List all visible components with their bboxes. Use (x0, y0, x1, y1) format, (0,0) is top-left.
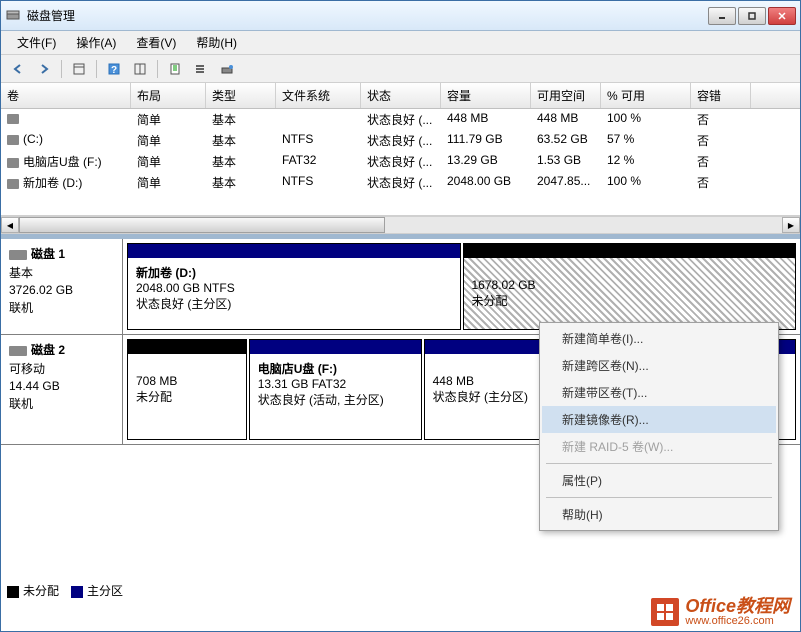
watermark: Office教程网 www.office26.com (651, 597, 790, 627)
menu-file[interactable]: 文件(F) (7, 31, 66, 54)
help-button[interactable]: ? (103, 58, 125, 80)
refresh-button[interactable] (164, 58, 186, 80)
layout-button[interactable] (129, 58, 151, 80)
settings-button[interactable] (190, 58, 212, 80)
menu-view[interactable]: 查看(V) (126, 31, 186, 54)
legend-swatch-primary (71, 586, 83, 598)
col-free[interactable]: 可用空间 (531, 83, 601, 108)
legend: 未分配 主分区 (7, 582, 123, 599)
col-layout[interactable]: 布局 (131, 83, 206, 108)
menubar: 文件(F) 操作(A) 查看(V) 帮助(H) (1, 31, 800, 55)
disk-management-window: 磁盘管理 文件(F) 操作(A) 查看(V) 帮助(H) ? 卷 布局 类型 文 (0, 0, 801, 632)
partition[interactable]: 电脑店U盘 (F:) 13.31 GB FAT32 状态良好 (活动, 主分区) (249, 339, 422, 440)
disk-icon (9, 250, 27, 260)
col-pctfree[interactable]: % 可用 (601, 83, 691, 108)
volume-icon (7, 158, 19, 168)
volume-table-header: 卷 布局 类型 文件系统 状态 容量 可用空间 % 可用 容错 (1, 83, 800, 109)
volume-row[interactable]: 新加卷 (D:) 简单 基本 NTFS 状态良好 (... 2048.00 GB… (1, 172, 800, 193)
horizontal-scrollbar[interactable]: ◀ ▶ (1, 216, 800, 234)
volume-table-body: 简单 基本 状态良好 (... 448 MB 448 MB 100 % 否 (C… (1, 109, 800, 215)
titlebar: 磁盘管理 (1, 1, 800, 31)
watermark-brand: Office教程网 (685, 597, 790, 615)
partition-header (128, 340, 246, 354)
volume-icon (7, 114, 19, 124)
volume-icon (7, 135, 19, 145)
back-button[interactable] (7, 58, 29, 80)
volume-row[interactable]: 电脑店U盘 (F:) 简单 基本 FAT32 状态良好 (... 13.29 G… (1, 151, 800, 172)
window-title: 磁盘管理 (27, 7, 708, 24)
col-volume[interactable]: 卷 (1, 83, 131, 108)
col-type[interactable]: 类型 (206, 83, 276, 108)
ctx-new-striped-volume[interactable]: 新建带区卷(T)... (542, 379, 776, 406)
partition-header (128, 244, 460, 258)
legend-swatch-unallocated (7, 586, 19, 598)
ctx-new-simple-volume[interactable]: 新建简单卷(I)... (542, 325, 776, 352)
scroll-right-icon[interactable]: ▶ (782, 217, 800, 233)
ctx-separator (546, 463, 772, 464)
close-button[interactable] (768, 7, 796, 25)
ctx-properties[interactable]: 属性(P) (542, 467, 776, 494)
col-status[interactable]: 状态 (361, 83, 441, 108)
disk-icon (9, 346, 27, 356)
ctx-help[interactable]: 帮助(H) (542, 501, 776, 528)
col-filesystem[interactable]: 文件系统 (276, 83, 361, 108)
watermark-logo-icon (651, 598, 679, 626)
maximize-button[interactable] (738, 7, 766, 25)
volume-row[interactable]: (C:) 简单 基本 NTFS 状态良好 (... 111.79 GB 63.5… (1, 130, 800, 151)
ctx-new-spanned-volume[interactable]: 新建跨区卷(N)... (542, 352, 776, 379)
forward-button[interactable] (33, 58, 55, 80)
ctx-new-raid5-volume: 新建 RAID-5 卷(W)... (542, 433, 776, 460)
action-button[interactable] (216, 58, 238, 80)
menu-help[interactable]: 帮助(H) (186, 31, 247, 54)
ctx-separator (546, 497, 772, 498)
partition[interactable]: 新加卷 (D:) 2048.00 GB NTFS 状态良好 (主分区) (127, 243, 461, 330)
disk-info[interactable]: 磁盘 1 基本 3726.02 GB 联机 (1, 239, 123, 334)
partition-header (464, 244, 796, 258)
col-capacity[interactable]: 容量 (441, 83, 531, 108)
toolbar: ? (1, 55, 800, 83)
context-menu: 新建简单卷(I)... 新建跨区卷(N)... 新建带区卷(T)... 新建镜像… (539, 322, 779, 531)
disk-info[interactable]: 磁盘 2 可移动 14.44 GB 联机 (1, 335, 123, 444)
menu-action[interactable]: 操作(A) (66, 31, 126, 54)
volume-table: 卷 布局 类型 文件系统 状态 容量 可用空间 % 可用 容错 简单 基本 状态… (1, 83, 800, 216)
ctx-new-mirrored-volume[interactable]: 新建镜像卷(R)... (542, 406, 776, 433)
col-fault[interactable]: 容错 (691, 83, 751, 108)
volume-icon (7, 179, 19, 189)
partition-unallocated[interactable]: 1678.02 GB 未分配 (463, 243, 797, 330)
partition-unallocated[interactable]: 708 MB 未分配 (127, 339, 247, 440)
scroll-thumb[interactable] (19, 217, 385, 233)
partition-header (250, 340, 421, 354)
volume-row[interactable]: 简单 基本 状态良好 (... 448 MB 448 MB 100 % 否 (1, 109, 800, 130)
scroll-left-icon[interactable]: ◀ (1, 217, 19, 233)
minimize-button[interactable] (708, 7, 736, 25)
svg-text:?: ? (111, 65, 117, 76)
watermark-url: www.office26.com (685, 615, 790, 627)
view-button[interactable] (68, 58, 90, 80)
app-icon (5, 8, 21, 24)
disk-partitions: 新加卷 (D:) 2048.00 GB NTFS 状态良好 (主分区) 1678… (123, 239, 800, 334)
disk-panel: 磁盘 1 基本 3726.02 GB 联机 新加卷 (D:) 2048.00 G… (1, 239, 800, 335)
